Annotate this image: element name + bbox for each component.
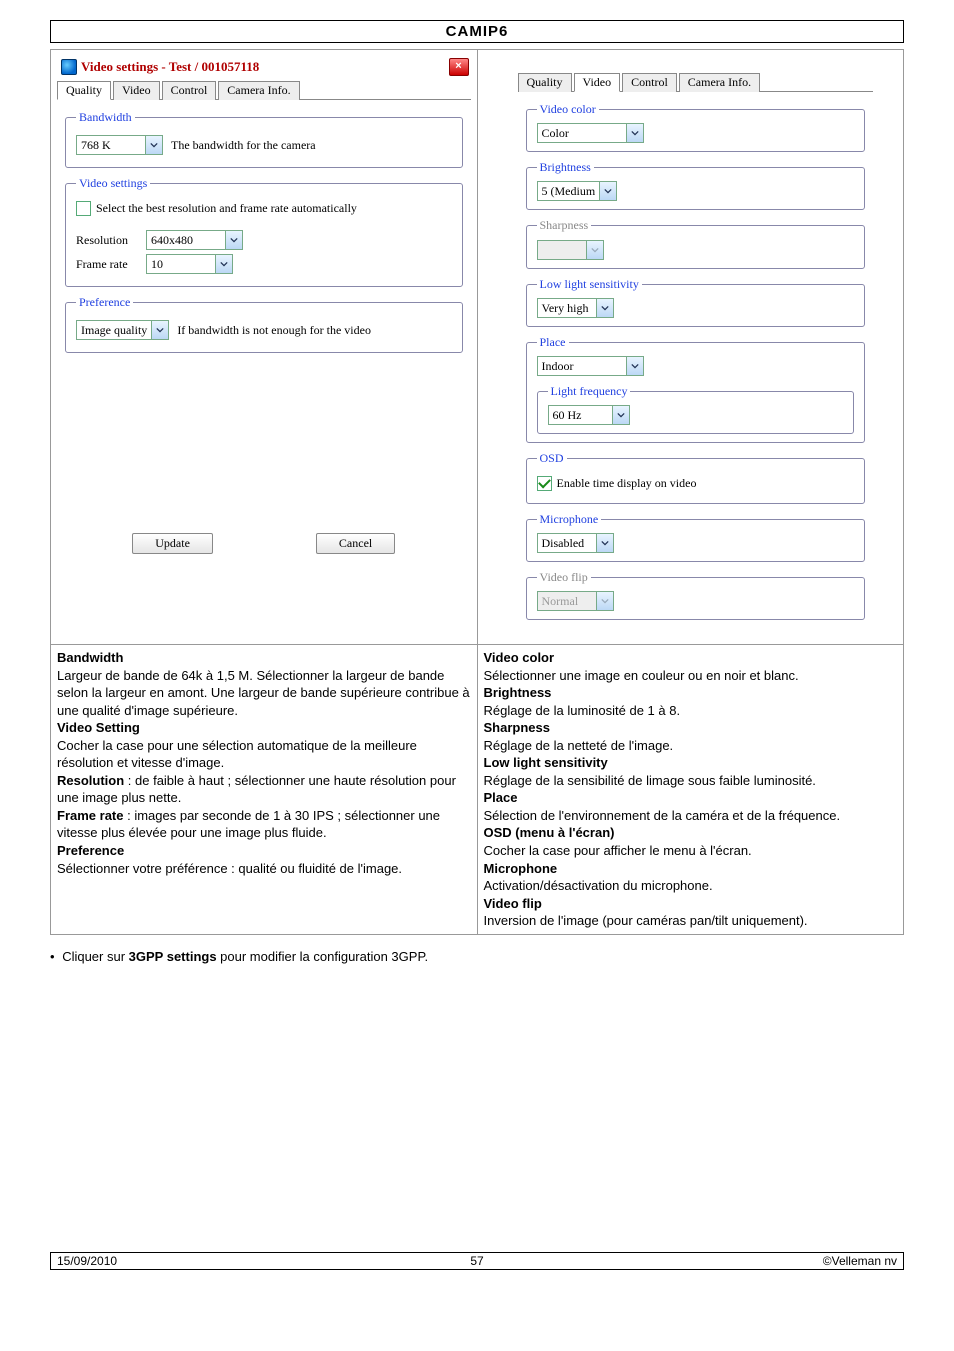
- framerate-label: Frame rate: [76, 257, 146, 272]
- group-brightness: Brightness 5 (Medium: [526, 160, 866, 210]
- legend-video-settings: Video settings: [76, 176, 150, 191]
- chevron-down-icon: [145, 136, 162, 154]
- doc-title: CAMIP6: [50, 20, 904, 43]
- legend-preference: Preference: [76, 295, 133, 310]
- group-bandwidth: Bandwidth 768 K The bandwidth for the ca…: [65, 110, 463, 168]
- bandwidth-hint: The bandwidth for the camera: [171, 138, 316, 153]
- tab-control[interactable]: Control: [622, 73, 677, 92]
- cancel-button[interactable]: Cancel: [316, 533, 395, 554]
- tab-video[interactable]: Video: [574, 73, 621, 92]
- main-table: Video settings - Test / 001057118 × Qual…: [50, 49, 904, 935]
- group-video-settings: Video settings Select the best resolutio…: [65, 176, 463, 287]
- tab-camera-info[interactable]: Camera Info.: [218, 81, 299, 100]
- app-icon: [61, 59, 77, 75]
- brightness-select[interactable]: 5 (Medium: [537, 181, 618, 201]
- osd-checkbox[interactable]: [537, 476, 552, 491]
- resolution-select[interactable]: 640x480: [146, 230, 243, 250]
- auto-checkbox[interactable]: [76, 201, 91, 216]
- group-lightfreq: Light frequency 60 Hz: [537, 384, 855, 434]
- resolution-label: Resolution: [76, 233, 146, 248]
- group-osd: OSD Enable time display on video: [526, 451, 866, 504]
- preference-select[interactable]: Image quality: [76, 320, 169, 340]
- bandwidth-select[interactable]: 768 K: [76, 135, 163, 155]
- group-video-color: Video color Color: [526, 102, 866, 152]
- group-sharpness: Sharpness: [526, 218, 866, 269]
- tab-quality[interactable]: Quality: [57, 81, 111, 100]
- legend-lightfreq: Light frequency: [548, 384, 631, 399]
- legend-place: Place: [537, 335, 569, 350]
- legend-sharpness: Sharpness: [537, 218, 592, 233]
- page-footer: 15/09/2010 57 ©Velleman nv: [50, 1252, 904, 1270]
- framerate-select[interactable]: 10: [146, 254, 233, 274]
- close-button[interactable]: ×: [449, 58, 469, 76]
- legend-brightness: Brightness: [537, 160, 594, 175]
- desc-left: Bandwidth Largeur de bande de 64k à 1,5 …: [51, 645, 477, 881]
- legend-videoflip: Video flip: [537, 570, 591, 585]
- chevron-down-icon: [586, 241, 603, 259]
- group-videoflip: Video flip Normal: [526, 570, 866, 620]
- videoflip-select: Normal: [537, 591, 614, 611]
- group-microphone: Microphone Disabled: [526, 512, 866, 562]
- tabs-left: Quality Video Control Camera Info.: [57, 80, 471, 100]
- footer-date: 15/09/2010: [57, 1254, 117, 1268]
- desc-right: Video color Sélectionner une image en co…: [478, 645, 904, 934]
- chevron-down-icon: [596, 534, 613, 552]
- preference-hint: If bandwidth is not enough for the video: [177, 323, 371, 338]
- osd-label: Enable time display on video: [557, 476, 697, 491]
- chevron-down-icon: [626, 124, 643, 142]
- tab-quality[interactable]: Quality: [518, 73, 572, 92]
- lightfreq-select[interactable]: 60 Hz: [548, 405, 630, 425]
- lowlight-select[interactable]: Very high: [537, 298, 614, 318]
- legend-lowlight: Low light sensitivity: [537, 277, 642, 292]
- legend-osd: OSD: [537, 451, 567, 466]
- tabs-right: Quality Video Control Camera Info.: [518, 72, 874, 92]
- group-lowlight: Low light sensitivity Very high: [526, 277, 866, 327]
- place-select[interactable]: Indoor: [537, 356, 644, 376]
- dialog-title: Video settings - Test / 001057118: [81, 59, 259, 75]
- legend-bandwidth: Bandwidth: [76, 110, 135, 125]
- auto-label: Select the best resolution and frame rat…: [96, 201, 357, 216]
- microphone-select[interactable]: Disabled: [537, 533, 614, 553]
- tab-control[interactable]: Control: [162, 81, 217, 100]
- dialog-titlebar: Video settings - Test / 001057118 ×: [57, 56, 471, 78]
- after-text: • Cliquer sur 3GPP settings pour modifie…: [50, 949, 904, 964]
- group-place: Place Indoor Light frequency 60 Hz: [526, 335, 866, 443]
- group-preference: Preference Image quality If bandwidth is…: [65, 295, 463, 353]
- chevron-down-icon: [215, 255, 232, 273]
- chevron-down-icon: [626, 357, 643, 375]
- legend-video-color: Video color: [537, 102, 599, 117]
- footer-copyright: ©Velleman nv: [823, 1254, 897, 1268]
- chevron-down-icon: [596, 299, 613, 317]
- chevron-down-icon: [225, 231, 242, 249]
- chevron-down-icon: [599, 182, 616, 200]
- tab-camera-info[interactable]: Camera Info.: [679, 73, 760, 92]
- tab-video[interactable]: Video: [113, 81, 160, 100]
- footer-page: 57: [470, 1254, 483, 1268]
- chevron-down-icon: [612, 406, 629, 424]
- video-color-select[interactable]: Color: [537, 123, 644, 143]
- sharpness-select: [537, 240, 604, 260]
- legend-microphone: Microphone: [537, 512, 602, 527]
- update-button[interactable]: Update: [132, 533, 213, 554]
- chevron-down-icon: [596, 592, 613, 610]
- chevron-down-icon: [151, 321, 168, 339]
